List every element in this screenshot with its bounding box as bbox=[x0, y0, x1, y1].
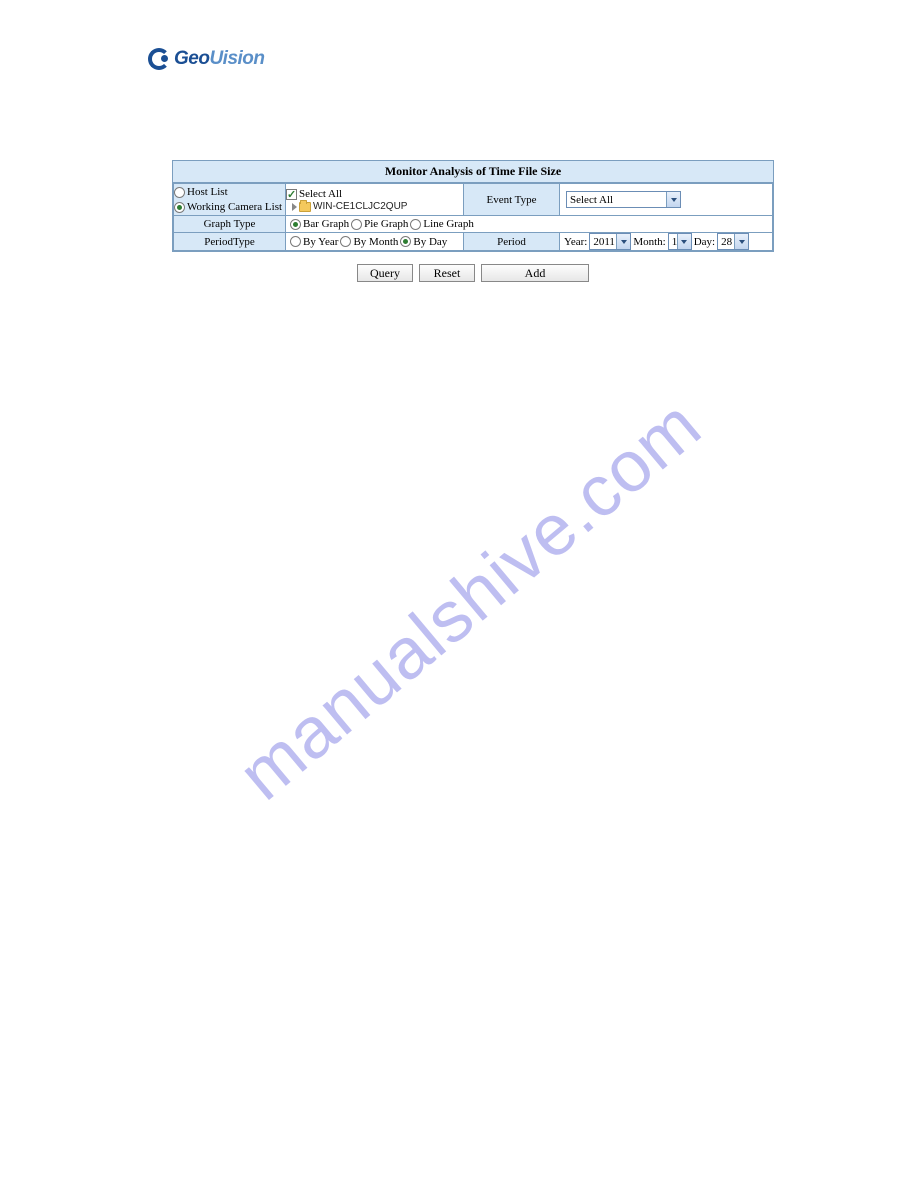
tree-node-label: WIN-CE1CLJC2QUP bbox=[313, 201, 407, 212]
radio-icon bbox=[340, 236, 351, 247]
graph-type-bar-label: Bar Graph bbox=[303, 217, 349, 231]
tree-node[interactable]: WIN-CE1CLJC2QUP bbox=[286, 201, 463, 212]
panel-title: Monitor Analysis of Time File Size bbox=[173, 161, 773, 183]
select-all-label: Select All bbox=[299, 187, 342, 201]
year-select[interactable]: 2011 bbox=[589, 233, 631, 250]
button-row: Query Reset Add bbox=[172, 264, 774, 282]
radio-icon bbox=[410, 219, 421, 230]
period-type-year-label: By Year bbox=[303, 235, 338, 249]
graph-type-line-label: Line Graph bbox=[423, 217, 473, 231]
logo-text: GeoUision bbox=[174, 48, 265, 70]
reset-button[interactable]: Reset bbox=[419, 264, 475, 282]
graph-type-bar-radio[interactable]: Bar Graph bbox=[290, 217, 351, 231]
radio-icon bbox=[290, 236, 301, 247]
graph-type-label: Graph Type bbox=[174, 216, 286, 233]
settings-grid: Host List Working Camera List Select All bbox=[173, 183, 773, 251]
period-type-month-label: By Month bbox=[353, 235, 398, 249]
watermark: manualshive.com bbox=[17, 152, 918, 1049]
logo: GeoUision bbox=[148, 48, 265, 70]
host-list-radio[interactable]: Host List bbox=[174, 185, 285, 199]
graph-type-line-radio[interactable]: Line Graph bbox=[410, 217, 475, 231]
period-type-day-label: By Day bbox=[413, 235, 447, 249]
period-type-year-radio[interactable]: By Year bbox=[290, 235, 340, 249]
radio-icon bbox=[400, 236, 411, 247]
graph-type-cell: Bar Graph Pie Graph Line Graph bbox=[286, 216, 773, 233]
chevron-down-icon bbox=[616, 234, 630, 249]
expand-icon bbox=[292, 203, 297, 211]
host-list-label: Host List bbox=[187, 185, 228, 199]
radio-icon bbox=[290, 219, 301, 230]
query-button[interactable]: Query bbox=[357, 264, 413, 282]
day-label: Day: bbox=[694, 236, 715, 248]
chevron-down-icon bbox=[677, 234, 691, 249]
list-type-cell: Host List Working Camera List bbox=[174, 184, 286, 216]
event-type-cell: Select All bbox=[560, 184, 773, 216]
graph-type-pie-radio[interactable]: Pie Graph bbox=[351, 217, 410, 231]
logo-vision: Uision bbox=[209, 48, 264, 69]
add-button[interactable]: Add bbox=[481, 264, 589, 282]
logo-swirl-icon bbox=[148, 48, 170, 70]
radio-icon bbox=[351, 219, 362, 230]
period-cell: Year: 2011 Month: 1 Day: 28 bbox=[560, 233, 773, 251]
tree-cell: Select All WIN-CE1CLJC2QUP bbox=[286, 184, 464, 216]
year-value: 2011 bbox=[593, 236, 615, 248]
period-type-cell: By Year By Month By Day bbox=[286, 233, 464, 251]
day-value: 28 bbox=[721, 236, 732, 248]
radio-icon bbox=[174, 187, 185, 198]
event-type-label: Event Type bbox=[464, 184, 560, 216]
select-all-checkbox[interactable]: Select All bbox=[286, 187, 463, 201]
period-label: Period bbox=[464, 233, 560, 251]
month-select[interactable]: 1 bbox=[668, 233, 692, 250]
event-type-value: Select All bbox=[570, 194, 613, 206]
checkbox-icon bbox=[286, 189, 297, 200]
month-label: Month: bbox=[633, 236, 665, 248]
working-camera-list-radio[interactable]: Working Camera List bbox=[174, 200, 285, 214]
period-type-day-radio[interactable]: By Day bbox=[400, 235, 449, 249]
event-type-select[interactable]: Select All bbox=[566, 191, 681, 208]
working-camera-list-label: Working Camera List bbox=[187, 200, 282, 214]
period-type-month-radio[interactable]: By Month bbox=[340, 235, 400, 249]
chevron-down-icon bbox=[734, 234, 748, 249]
analysis-panel: Monitor Analysis of Time File Size Host … bbox=[172, 160, 774, 252]
period-type-label: PeriodType bbox=[174, 233, 286, 251]
graph-type-pie-label: Pie Graph bbox=[364, 217, 408, 231]
logo-geo: Geo bbox=[174, 48, 209, 69]
chevron-down-icon bbox=[666, 192, 680, 207]
radio-icon bbox=[174, 202, 185, 213]
day-select[interactable]: 28 bbox=[717, 233, 749, 250]
year-label: Year: bbox=[564, 236, 587, 248]
folder-icon bbox=[299, 202, 311, 212]
